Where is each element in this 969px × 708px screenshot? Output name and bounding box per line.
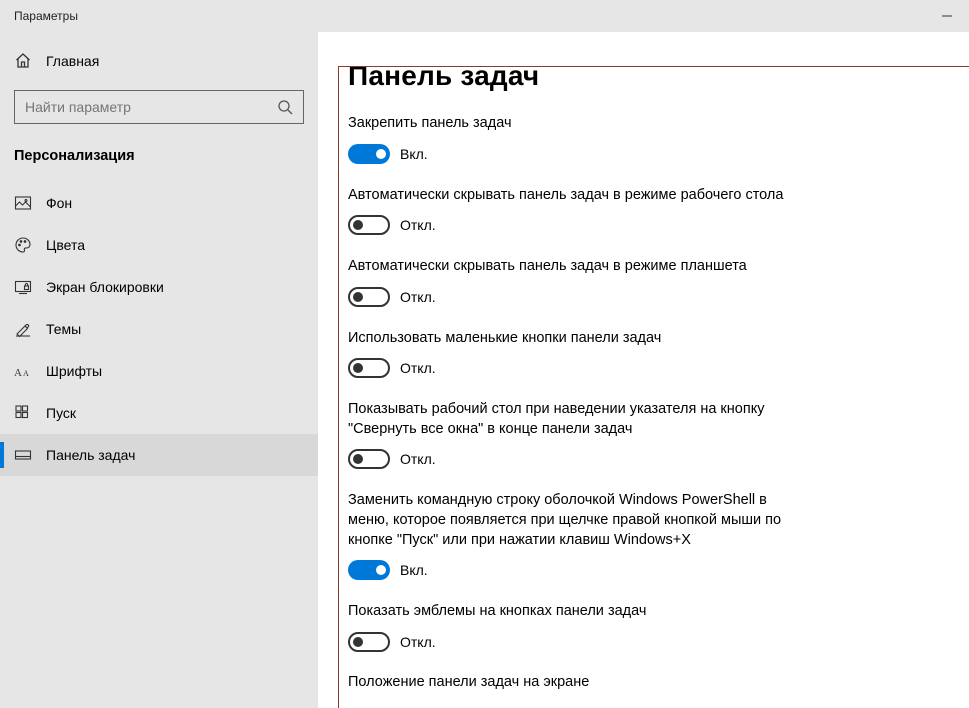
sidebar-item-fonts[interactable]: A A Шрифты	[0, 350, 318, 392]
page-title: Панель задач	[348, 60, 969, 92]
sidebar-item-lockscreen[interactable]: Экран блокировки	[0, 266, 318, 308]
category-title: Персонализация	[0, 142, 318, 182]
setting-label: Автоматически скрывать панель задач в ре…	[348, 257, 788, 277]
toggle-switch[interactable]	[348, 287, 390, 307]
toggle-state-label: Вкл.	[400, 562, 428, 578]
toggle-switch[interactable]	[348, 358, 390, 378]
toggle-state-label: Вкл.	[400, 146, 428, 162]
sidebar-item-colors[interactable]: Цвета	[0, 224, 318, 266]
search-icon	[277, 99, 293, 115]
content-area: Панель задач Закрепить панель задач Вкл. А…	[318, 32, 969, 708]
toggle-state-label: Откл.	[400, 360, 436, 376]
lockscreen-icon	[14, 278, 32, 296]
toggle-switch[interactable]	[348, 449, 390, 469]
svg-text:A: A	[14, 367, 22, 378]
setting-row: Автоматически скрывать панель задач в ре…	[348, 257, 969, 307]
toggle-switch[interactable]	[348, 560, 390, 580]
toggle-switch[interactable]	[348, 144, 390, 164]
sidebar-item-background[interactable]: Фон	[0, 182, 318, 224]
sidebar-item-start[interactable]: Пуск	[0, 392, 318, 434]
setting-label: Показывать рабочий стол при наведении ук…	[348, 400, 788, 439]
minimize-button[interactable]	[924, 0, 969, 32]
toggle-state-label: Откл.	[400, 634, 436, 650]
sidebar-item-label: Панель задач	[46, 447, 135, 463]
setting-row: Показать эмблемы на кнопках панели задач…	[348, 602, 969, 652]
toggle-switch[interactable]	[348, 632, 390, 652]
setting-row: Закрепить панель задач Вкл.	[348, 114, 969, 164]
sidebar-item-label: Экран блокировки	[46, 279, 164, 295]
window-controls	[924, 0, 969, 32]
taskbar-icon	[14, 446, 32, 464]
fonts-icon: A A	[14, 362, 32, 380]
svg-text:A: A	[23, 369, 29, 378]
search-input[interactable]	[25, 99, 277, 115]
toggle-state-label: Откл.	[400, 289, 436, 305]
setting-row: Использовать маленькие кнопки панели зад…	[348, 329, 969, 379]
titlebar: Параметры	[0, 0, 969, 32]
toggle-state-label: Откл.	[400, 217, 436, 233]
sidebar: Главная Персонализация Фон	[0, 32, 318, 708]
home-icon	[14, 52, 32, 70]
picture-icon	[14, 194, 32, 212]
window-title: Параметры	[14, 9, 78, 23]
setting-row: Автоматически скрывать панель задач в ре…	[348, 186, 969, 236]
setting-label: Закрепить панель задач	[348, 114, 788, 134]
palette-icon	[14, 236, 32, 254]
taskbar-position-label: Положение панели задач на экране	[348, 674, 969, 690]
sidebar-item-label: Шрифты	[46, 363, 102, 379]
setting-row: Показывать рабочий стол при наведении ук…	[348, 400, 969, 469]
setting-label: Заменить командную строку оболочкой Wind…	[348, 491, 788, 550]
home-label: Главная	[46, 53, 99, 69]
setting-label: Автоматически скрывать панель задач в ре…	[348, 186, 788, 206]
start-icon	[14, 404, 32, 422]
sidebar-item-label: Темы	[46, 321, 81, 337]
sidebar-item-taskbar[interactable]: Панель задач	[0, 434, 318, 476]
sidebar-item-themes[interactable]: Темы	[0, 308, 318, 350]
toggle-state-label: Откл.	[400, 451, 436, 467]
setting-label: Показать эмблемы на кнопках панели задач	[348, 602, 788, 622]
toggle-switch[interactable]	[348, 215, 390, 235]
setting-label: Использовать маленькие кнопки панели зад…	[348, 329, 788, 349]
themes-icon	[14, 320, 32, 338]
sidebar-item-label: Цвета	[46, 237, 85, 253]
search-box[interactable]	[14, 90, 304, 124]
setting-row: Заменить командную строку оболочкой Wind…	[348, 491, 969, 580]
home-nav[interactable]: Главная	[0, 44, 318, 80]
sidebar-item-label: Пуск	[46, 405, 76, 421]
sidebar-item-label: Фон	[46, 195, 72, 211]
